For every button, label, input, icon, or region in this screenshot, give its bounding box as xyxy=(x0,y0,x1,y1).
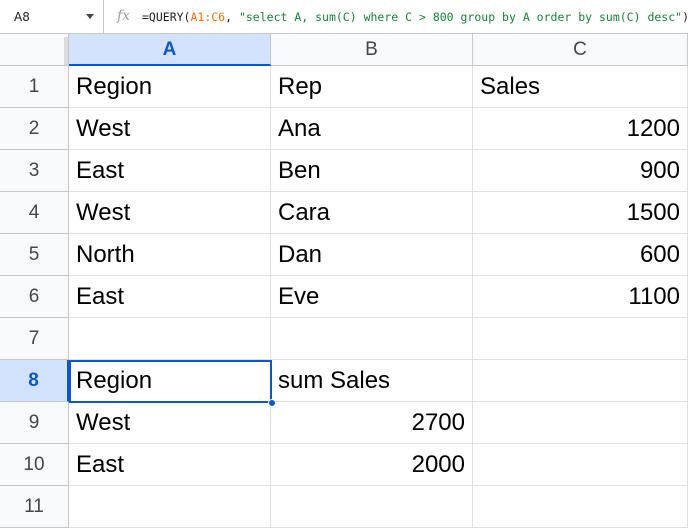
formula-range: A1:C6 xyxy=(190,10,226,24)
cell-b8[interactable]: sum Sales xyxy=(271,360,473,402)
cell-c4[interactable]: 1500 xyxy=(473,192,688,234)
row-header-7[interactable]: 7 xyxy=(0,318,69,360)
cell-a5[interactable]: North xyxy=(69,234,271,276)
cell-a7[interactable] xyxy=(69,318,271,360)
cell-b4[interactable]: Cara xyxy=(271,192,473,234)
column-header-c[interactable]: C xyxy=(473,34,688,66)
cell-b10[interactable]: 2000 xyxy=(271,444,473,486)
cell-a1[interactable]: Region xyxy=(69,66,271,108)
formula-query-string: "select A, sum(C) where C > 800 group by… xyxy=(238,10,683,24)
cell-a10[interactable]: East xyxy=(69,444,271,486)
cell-c11[interactable] xyxy=(473,486,688,528)
row-header-8[interactable]: 8 xyxy=(0,360,69,402)
row-header-5[interactable]: 5 xyxy=(0,234,69,276)
formula-prefix: =QUERY( xyxy=(142,10,191,24)
column-header-a[interactable]: A xyxy=(69,34,271,66)
cell-b2[interactable]: Ana xyxy=(271,108,473,150)
cell-a4[interactable]: West xyxy=(69,192,271,234)
fill-handle[interactable] xyxy=(268,399,276,407)
cell-b7[interactable] xyxy=(271,318,473,360)
cell-c7[interactable] xyxy=(473,318,688,360)
cell-b3[interactable]: Ben xyxy=(271,150,473,192)
cell-c8[interactable] xyxy=(473,360,688,402)
row-header-3[interactable]: 3 xyxy=(0,150,69,192)
cell-b1[interactable]: Rep xyxy=(271,66,473,108)
cell-c5[interactable]: 600 xyxy=(473,234,688,276)
column-header-b[interactable]: B xyxy=(271,34,473,66)
formula-input[interactable]: =QUERY(A1:C6, "select A, sum(C) where C … xyxy=(142,10,688,24)
row-header-1[interactable]: 1 xyxy=(0,66,69,108)
row-header-6[interactable]: 6 xyxy=(0,276,69,318)
cell-a2[interactable]: West xyxy=(69,108,271,150)
cell-c6[interactable]: 1100 xyxy=(473,276,688,318)
cell-a11[interactable] xyxy=(69,486,271,528)
select-all-corner[interactable] xyxy=(0,34,69,66)
formula-suffix: ) xyxy=(682,10,688,24)
row-header-4[interactable]: 4 xyxy=(0,192,69,234)
cell-c9[interactable] xyxy=(473,402,688,444)
cell-a8[interactable]: Region xyxy=(69,360,271,402)
row-header-2[interactable]: 2 xyxy=(0,108,69,150)
chevron-down-icon[interactable] xyxy=(86,14,94,19)
cell-a9[interactable]: West xyxy=(69,402,271,444)
cell-c3[interactable]: 900 xyxy=(473,150,688,192)
cell-c10[interactable] xyxy=(473,444,688,486)
cell-c2[interactable]: 1200 xyxy=(473,108,688,150)
cell-b11[interactable] xyxy=(271,486,473,528)
cell-c1[interactable]: Sales xyxy=(473,66,688,108)
cell-a3[interactable]: East xyxy=(69,150,271,192)
cell-b5[interactable]: Dan xyxy=(271,234,473,276)
row-header-10[interactable]: 10 xyxy=(0,444,69,486)
formula-bar: A8 fx =QUERY(A1:C6, "select A, sum(C) wh… xyxy=(0,0,688,34)
cell-b6[interactable]: Eve xyxy=(271,276,473,318)
row-header-9[interactable]: 9 xyxy=(0,402,69,444)
row-header-11[interactable]: 11 xyxy=(0,486,69,528)
cell-b9[interactable]: 2700 xyxy=(271,402,473,444)
cell-a6[interactable]: East xyxy=(69,276,271,318)
formula-separator: , xyxy=(225,10,239,24)
function-icon: fx xyxy=(117,8,131,24)
name-box[interactable]: A8 xyxy=(0,0,104,33)
name-box-value[interactable]: A8 xyxy=(14,10,30,24)
